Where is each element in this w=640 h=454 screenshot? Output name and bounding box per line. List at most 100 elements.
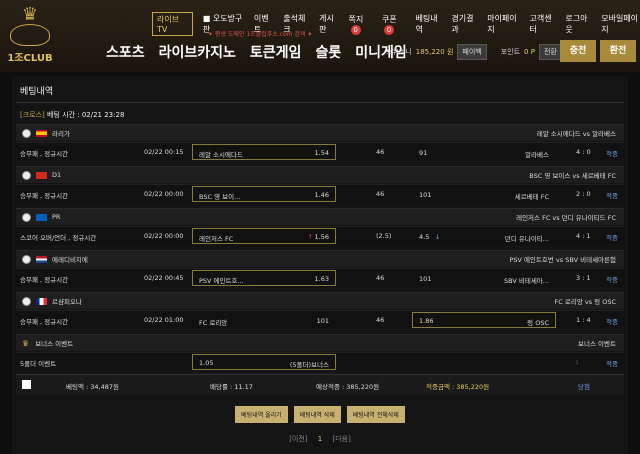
bet-row: 승무패 , 정규시간 02/22 00:45 46 3 : 1 PSV 에인트호... 1…	[16, 268, 624, 287]
bet-row: 스코어 오버/언더 , 정규시간 02/22 00:00 (2.5) 4 : 1 레인저…	[16, 226, 624, 245]
league-row: PR 레인저스 FC vs 던디 유나이티드 FC	[16, 208, 624, 225]
nav-support[interactable]: 고객센터	[530, 13, 556, 35]
home-odds: 1.56	[314, 233, 329, 241]
soccer-ball-icon	[22, 296, 31, 306]
bet-summary: 베팅액 : 34,487원 배당률 : 11.17 예상적중 : 385,220…	[16, 374, 624, 395]
nav-results[interactable]: 경기결과	[451, 13, 477, 35]
bet-market: 스코어 오버/언더 , 정규시간	[20, 234, 97, 242]
draw-value: 46	[376, 148, 385, 156]
mainnav-token-game[interactable]: 토큰게임	[250, 42, 302, 62]
draw-value: 46	[376, 190, 385, 198]
header: ♛ 1조CLUB 라이브 TV ■ 오도방구판 이벤트 출석체크 게시판 쪽지0…	[0, 0, 640, 72]
away-odds: 91	[419, 149, 428, 157]
pager-next[interactable]: [다음]	[332, 435, 350, 443]
match-score: 4 : 0	[576, 148, 591, 156]
soccer-ball-icon	[22, 212, 31, 222]
away-team: 알라베스	[525, 151, 549, 159]
win-amount: 적중금액 : 385,220원	[426, 383, 490, 391]
bet-amount: 베팅액 : 34,487원	[66, 383, 119, 391]
pager-prev[interactable]: [이전]	[289, 435, 307, 443]
away-odds-box[interactable]: 91 알라베스	[412, 144, 556, 160]
away-odds-box[interactable]: 1.86 렁 OSC	[412, 312, 556, 328]
match-title: 보너스 이벤트	[578, 340, 616, 348]
flag-icon	[36, 129, 47, 137]
away-odds-box[interactable]: 4.5 던디 유나이티... ↓	[412, 228, 556, 244]
slip-tag: [크로스]	[20, 111, 45, 119]
match-score: :	[576, 358, 579, 366]
nav-board[interactable]: 게시판	[319, 13, 338, 35]
odds-up-icon: ↑	[307, 233, 313, 241]
away-odds: 101	[419, 191, 432, 199]
match-title: 레알 소시에다드 vs 알라베스	[536, 130, 616, 138]
home-odds-box[interactable]: 레인저스 FC 1.56 ↑	[192, 228, 336, 244]
home-odds: 1.54	[314, 149, 329, 157]
away-team: 던디 유나이티...	[504, 235, 549, 243]
domain-notice: ✦ 평생 도메인 1조클럽주소.com 검색 ✦	[208, 31, 313, 38]
draw-value: 46	[376, 274, 385, 282]
nav-mobile[interactable]: 모바일페이지	[601, 13, 640, 35]
match-title: 레인저스 FC vs 던디 유나이티드 FC	[516, 214, 616, 222]
bonus-icon: ♛	[22, 338, 30, 348]
bet-time: 02/22 00:45	[144, 274, 184, 282]
away-odds-box[interactable]: 101 세르베테 FC	[412, 186, 556, 202]
home-odds-box[interactable]: FC 로리앙 101	[192, 312, 336, 328]
bet-market: 승무패 , 정규시간	[20, 276, 69, 284]
away-odds-box[interactable]: 101 SBV 비테세아...	[412, 270, 556, 286]
site-logo[interactable]: ♛ 1조CLUB	[6, 4, 54, 65]
away-odds: 1.86	[419, 317, 434, 325]
point-convert-button[interactable]: 전환	[538, 44, 562, 60]
nav-live-tv[interactable]: 라이브 TV	[152, 12, 193, 36]
point-label: 포인트	[500, 48, 521, 56]
bet-result: 적중	[606, 150, 618, 158]
home-odds-box[interactable]: 1.05 (5폴더)보너스	[192, 354, 336, 370]
withdraw-button[interactable]: 환전	[600, 40, 636, 62]
league-row: 에레디비지에 PSV 에인트호번 vs SBV 비테세아른험	[16, 250, 624, 267]
payback-button[interactable]: 페이백	[457, 44, 487, 60]
dice-icon: ■	[202, 14, 211, 23]
league-name: 보너스 이벤트	[35, 340, 74, 348]
nav-messages[interactable]: 쪽지0	[349, 14, 372, 35]
flag-icon	[36, 213, 47, 221]
crown-icon: ♛	[21, 4, 39, 25]
nav-mypage[interactable]: 마이페이지	[487, 13, 519, 35]
nav-bet-history[interactable]: 베팅내역	[415, 13, 441, 35]
delete-all-bets-button[interactable]: 베팅내역 전체삭제	[346, 406, 405, 423]
bet-status: 당첨	[578, 383, 590, 391]
away-team: 세르베테 FC	[514, 193, 549, 201]
away-team: SBV 비테세아...	[503, 277, 549, 285]
messages-badge: 0	[350, 24, 361, 35]
bet-result: 적중	[606, 318, 618, 326]
league-name: D1	[52, 171, 62, 179]
home-team: BSC 영 보이...	[199, 193, 241, 201]
draw-value: (2.5)	[376, 232, 392, 240]
league-name: 에레디비지에	[52, 256, 88, 264]
nav-logout[interactable]: 로그아웃	[565, 13, 591, 35]
select-checkbox[interactable]	[22, 380, 31, 389]
league-row: D1 BSC 영 보이스 vs 세르베테 FC	[16, 166, 624, 183]
delete-bet-button[interactable]: 베팅내역 삭제	[293, 406, 341, 423]
mainnav-sports[interactable]: 스포츠	[106, 42, 145, 62]
home-odds-box[interactable]: 레알 소시에다드 1.54	[192, 144, 336, 160]
league-name: 라리가	[52, 130, 70, 138]
home-odds-box[interactable]: BSC 영 보이... 1.46	[192, 186, 336, 202]
away-odds-box[interactable]	[412, 354, 556, 370]
nav-coupon[interactable]: 쿠폰0	[382, 14, 405, 35]
bet-row: 승무패 , 정규시간 02/22 00:15 46 4 : 0 레알 소시에다드 1.54…	[16, 142, 624, 161]
league-name: PR	[52, 213, 61, 221]
soccer-ball-icon	[22, 128, 31, 138]
coupon-badge: 0	[384, 24, 395, 35]
soccer-ball-icon	[22, 170, 31, 180]
mainnav-slot[interactable]: 슬롯	[315, 42, 341, 62]
home-team: FC 로리앙	[199, 319, 228, 327]
draw-value: 46	[376, 316, 385, 324]
league-row: 라리가 레알 소시에다드 vs 알라베스	[16, 124, 624, 141]
action-buttons: 베팅내역 올리기 베팅내역 삭제 베팅내역 전체삭제	[12, 406, 628, 423]
home-odds-box[interactable]: PSV 에인트호... 1.63	[192, 270, 336, 286]
league-row: 르샴피오나 FC 로리앙 vs 렁 OSC	[16, 292, 624, 309]
deposit-button[interactable]: 충전	[560, 40, 596, 62]
home-team: PSV 에인트호...	[199, 277, 244, 285]
post-bet-button[interactable]: 베팅내역 올리기	[235, 406, 288, 423]
balance-value: 185,220 원	[415, 48, 454, 56]
mainnav-live-casino[interactable]: 라이브카지노	[159, 42, 236, 62]
pager-current[interactable]: 1	[318, 435, 322, 443]
